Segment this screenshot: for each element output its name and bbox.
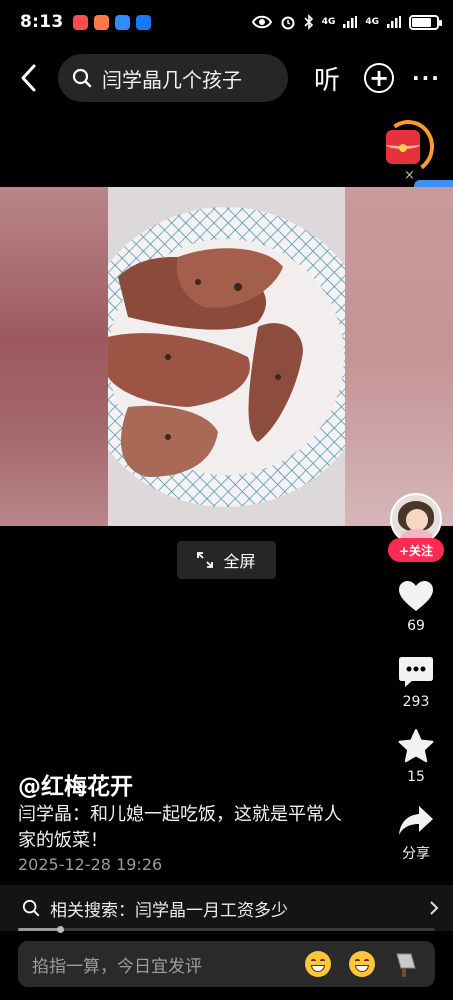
app-notification-icon	[115, 14, 131, 30]
status-app-icons	[73, 14, 152, 30]
grinning-emoji-icon[interactable]	[349, 951, 375, 977]
like-count: 69	[407, 618, 425, 634]
emoji-shortcuts	[305, 950, 421, 978]
video-frame	[76, 187, 376, 526]
status-time: 8:13	[20, 12, 64, 32]
search-input[interactable]: 闫学晶几个孩子	[58, 54, 288, 102]
signal-label-2: 4G	[365, 16, 379, 27]
like-button[interactable]: 69	[390, 580, 442, 634]
signal-label-1: 4G	[321, 16, 336, 27]
post-description: 闫学晶：和儿媳一起吃饭，这就是平常人家的饭菜！	[18, 804, 342, 851]
fullscreen-label: 全屏	[223, 552, 256, 571]
comment-count: 293	[402, 694, 430, 710]
emoji-mouth	[311, 965, 325, 972]
expand-icon	[197, 552, 214, 568]
video-player[interactable]	[0, 187, 453, 526]
kitchen-knife-icon[interactable]	[393, 950, 421, 978]
search-icon	[72, 68, 92, 88]
fullscreen-button[interactable]: 全屏	[177, 541, 276, 579]
top-nav: 闫学晶几个孩子 听 + ···	[0, 52, 453, 104]
add-button[interactable]: +	[364, 63, 394, 93]
search-query: 闫学晶几个孩子	[102, 67, 242, 92]
app-notification-icon	[73, 14, 89, 30]
related-search-text: 相关搜索：闫学晶一月工资多少	[50, 900, 288, 921]
favorite-button[interactable]: 15	[390, 729, 442, 785]
bluetooth-icon	[304, 14, 313, 30]
emoji-eye	[355, 959, 360, 962]
emoji-eye	[320, 959, 325, 962]
battery-level	[412, 17, 432, 27]
progress-knob[interactable]	[56, 926, 64, 933]
status-indicators: 4G 4G	[251, 14, 442, 30]
comment-icon	[399, 657, 433, 687]
share-arrow-icon	[399, 806, 433, 835]
red-packet-icon	[386, 130, 420, 164]
alarm-icon	[281, 16, 295, 30]
signal-icon	[387, 16, 401, 28]
plus-icon: +	[368, 64, 390, 92]
video-progress-bar[interactable]	[18, 926, 435, 933]
app-notification-icon	[136, 14, 152, 30]
author-name[interactable]: @红梅花开	[18, 767, 133, 801]
battery-icon	[409, 14, 442, 30]
comment-input[interactable]: 掐指一算，今日宜发评	[18, 941, 435, 987]
more-button[interactable]: ···	[412, 66, 441, 90]
comment-placeholder: 掐指一算，今日宜发评	[32, 956, 202, 977]
follow-button[interactable]: +关注	[388, 538, 444, 562]
share-label: 分享	[402, 846, 430, 862]
video-blur-left	[0, 187, 108, 526]
progress-fill	[18, 928, 60, 931]
chevron-right-icon	[430, 901, 439, 915]
eye-icon	[251, 15, 272, 29]
food-plate-image	[76, 187, 376, 526]
emoji-eye	[364, 959, 369, 962]
emoji-eye	[311, 959, 316, 962]
app-notification-icon	[94, 14, 110, 30]
back-button[interactable]	[6, 56, 50, 100]
red-packet-widget[interactable]	[377, 115, 439, 179]
laughing-emoji-icon[interactable]	[305, 951, 331, 977]
avatar-face	[406, 509, 428, 531]
search-icon	[22, 899, 40, 917]
heart-icon	[399, 581, 433, 611]
star-icon	[398, 729, 434, 763]
favorite-count: 15	[407, 769, 425, 785]
post-date: 2025-12-28 19:26	[18, 855, 163, 874]
status-bar: 8:13 4G 4G	[0, 0, 453, 44]
chevron-left-icon	[21, 64, 36, 92]
comment-button[interactable]: 293	[390, 656, 442, 710]
share-button[interactable]: 分享	[390, 805, 442, 863]
related-search-bar[interactable]: 相关搜索：闫学晶一月工资多少	[0, 885, 453, 931]
emoji-mouth	[355, 965, 369, 972]
signal-icon	[343, 16, 358, 28]
listen-button[interactable]: 听	[310, 60, 344, 97]
hot-review-close-icon[interactable]: ×	[404, 168, 415, 183]
video-blur-right	[345, 187, 453, 526]
